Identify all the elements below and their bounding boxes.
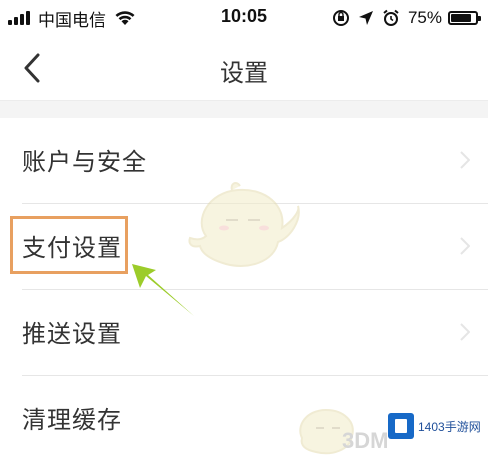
- chevron-right-icon: [460, 323, 470, 341]
- chevron-right-icon: [460, 151, 470, 169]
- settings-item-label: 支付设置: [22, 234, 122, 262]
- settings-item-label: 清理缓存: [22, 406, 122, 434]
- mascot-watermark-icon: [188, 182, 300, 267]
- rotation-lock-icon: [332, 9, 350, 27]
- chevron-right-icon: [460, 237, 470, 255]
- brand-badge: 1403手游网: [388, 408, 484, 444]
- brand-logo-icon: [388, 413, 414, 439]
- settings-item-push[interactable]: 推送设置: [0, 290, 488, 376]
- alarm-icon: [382, 9, 400, 27]
- status-right: 75%: [332, 6, 481, 30]
- settings-list: 账户与安全 支付设置 推送设置 清理缓存: [0, 118, 488, 458]
- battery-percent: 75%: [407, 8, 442, 27]
- watermark-text: 3DM: [342, 428, 389, 453]
- settings-item-label: 账户与安全: [22, 148, 147, 176]
- page-title: 设置: [220, 59, 268, 87]
- battery-icon: [448, 11, 481, 25]
- settings-screen: 中国电信 10:05 75% 设置 账户与安全 支付设置 推送设置 清理缓存 3…: [0, 0, 488, 458]
- settings-item-label: 推送设置: [22, 320, 122, 348]
- status-bar: 中国电信 10:05 75%: [0, 0, 488, 36]
- section-divider: [0, 100, 488, 119]
- location-icon: [358, 10, 374, 26]
- nav-bar: 设置: [0, 36, 488, 100]
- brand-text: 1403手游网: [418, 419, 481, 434]
